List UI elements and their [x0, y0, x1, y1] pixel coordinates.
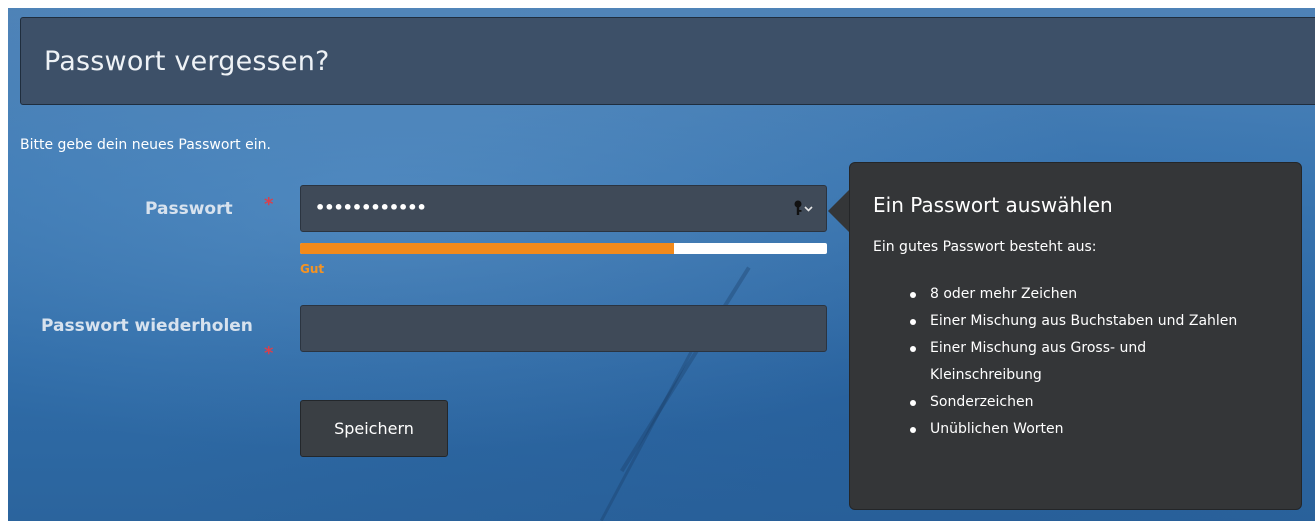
password-strength-fill: [300, 243, 675, 254]
list-item: Einer Mischung aus Buchstaben und Zahlen: [908, 308, 1238, 335]
tooltip-arrow: [828, 189, 850, 233]
save-button[interactable]: Speichern: [300, 400, 448, 457]
password-masked-value: ••••••••••••: [315, 198, 427, 217]
required-marker: *: [264, 194, 274, 215]
bullet-icon: [910, 292, 916, 298]
rule-text: Einer Mischung aus Gross- und Kleinschre…: [930, 340, 1147, 383]
list-item: Einer Mischung aus Gross- und Kleinschre…: [908, 335, 1238, 389]
password-input[interactable]: ••••••••••••: [300, 185, 827, 232]
password-rules-list: 8 oder mehr Zeichen Einer Mischung aus B…: [908, 281, 1238, 443]
list-item: Unüblichen Worten: [908, 416, 1238, 443]
left-border: [0, 0, 8, 521]
rule-text: Sonderzeichen: [930, 394, 1034, 410]
tooltip-title: Ein Passwort auswählen: [873, 193, 1113, 217]
rule-text: Einer Mischung aus Buchstaben und Zahlen: [930, 313, 1238, 329]
password-label: Passwort: [145, 199, 233, 219]
bullet-icon: [910, 427, 916, 433]
password-repeat-input[interactable]: [300, 305, 827, 352]
bullet-icon: [910, 346, 916, 352]
required-marker: *: [264, 343, 274, 364]
key-dropdown-icon[interactable]: [792, 199, 816, 217]
bullet-icon: [910, 400, 916, 406]
password-strength-label: Gut: [300, 262, 325, 276]
password-strength-meter: [300, 243, 827, 254]
list-item: 8 oder mehr Zeichen: [908, 281, 1238, 308]
page-title: Passwort vergessen?: [44, 46, 330, 77]
bullet-icon: [910, 319, 916, 325]
password-repeat-label: Passwort wiederholen: [41, 316, 253, 336]
background-decoration: [620, 266, 751, 473]
intro-text: Bitte gebe dein neues Passwort ein.: [20, 137, 271, 153]
rule-text: 8 oder mehr Zeichen: [930, 286, 1078, 302]
list-item: Sonderzeichen: [908, 389, 1238, 416]
top-border: [0, 0, 1315, 8]
page-header: Passwort vergessen?: [20, 17, 1315, 105]
rule-text: Unüblichen Worten: [930, 421, 1064, 437]
password-hint-tooltip: Ein Passwort auswählen Ein gutes Passwor…: [849, 162, 1302, 510]
tooltip-subtitle: Ein gutes Passwort besteht aus:: [873, 239, 1097, 255]
background-decoration: [600, 343, 697, 521]
